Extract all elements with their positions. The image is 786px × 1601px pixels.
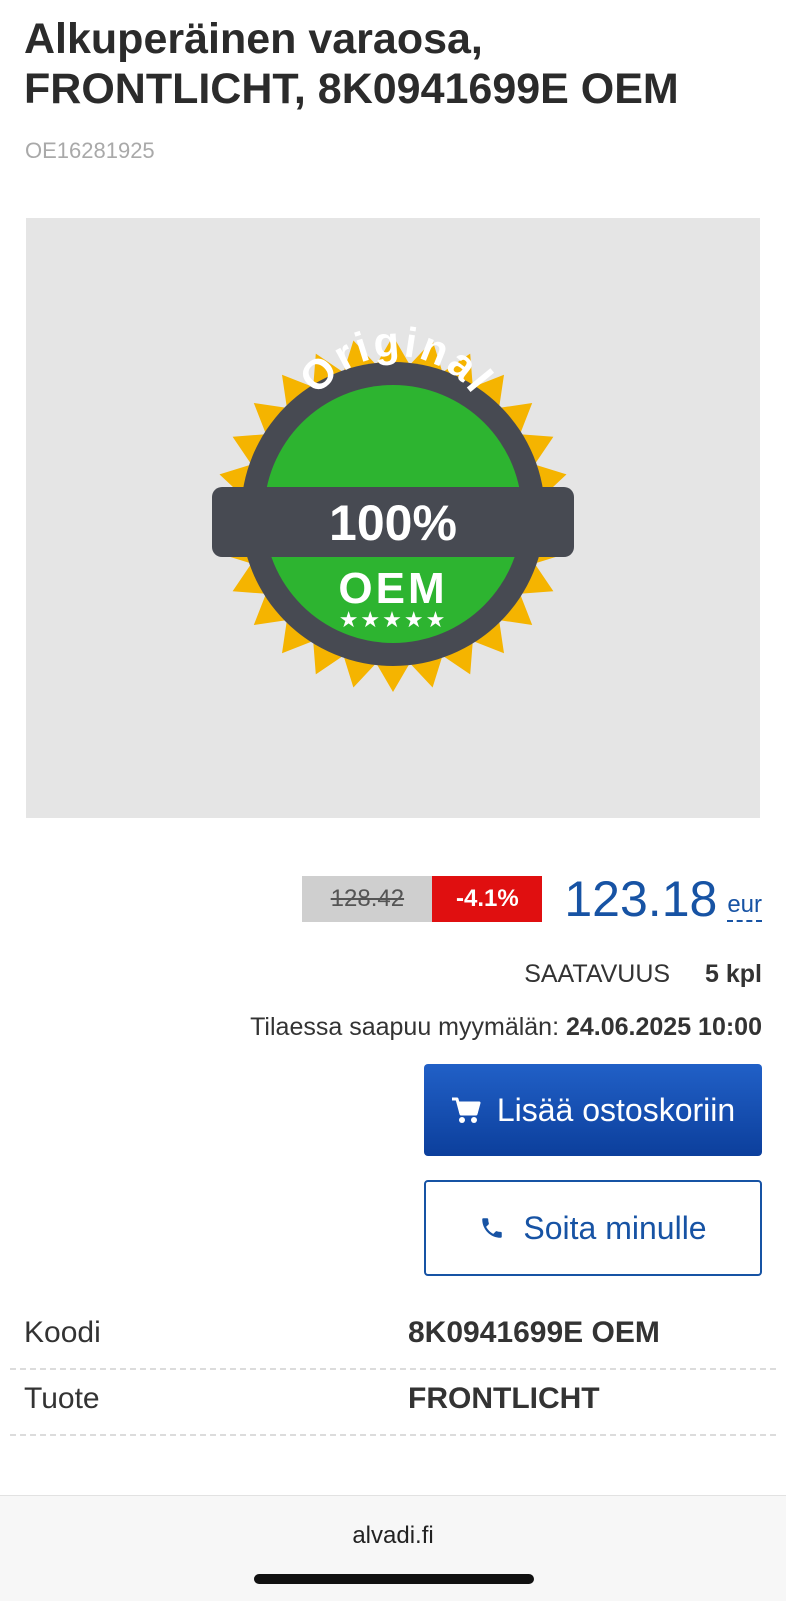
spec-value: 8K0941699E OEM [408,1316,660,1349]
call-me-button[interactable]: Soita minulle [424,1180,762,1276]
availability-label: SAATAVUUS [524,960,671,988]
badge-percent: 100% [329,495,457,551]
discount-badge: -4.1% [432,876,543,922]
url-text[interactable]: alvadi.fi [0,1522,786,1550]
price-row: 128.42 -4.1% 123.18 eur [302,874,762,924]
browser-address-bar: alvadi.fi [0,1495,786,1601]
spec-value: FRONTLICHT [408,1382,600,1415]
arrival-value: 24.06.2025 10:00 [565,1013,762,1041]
badge-stars: ★★★★★ [339,608,448,633]
cart-icon [451,1097,481,1123]
spec-row-product: Tuote FRONTLICHT [10,1368,776,1436]
product-image[interactable]: Original 100% OEM ★★★★★ [26,218,760,818]
oem-badge-graphic: Original 100% OEM ★★★★★ [212,317,574,692]
currency-selector[interactable]: eur [727,892,762,922]
phone-icon [482,1218,503,1238]
arrival-label: Tilaessa saapuu myymälän: [250,1013,560,1041]
availability-value: 5 kpl [705,960,762,988]
home-indicator[interactable] [254,1574,534,1584]
call-me-label: Soita minulle [523,1209,707,1246]
product-sku: OE16281925 [25,138,155,163]
product-title: Alkuperäinen varaosa, FRONTLICHT, 8K0941… [24,14,764,114]
spec-label: Tuote [24,1382,100,1415]
old-price: 128.42 [302,876,433,922]
add-to-cart-label: Lisää ostoskoriin [496,1091,736,1128]
arrival-info: Tilaessa saapuu myymälän: 24.06.2025 10:… [250,1013,762,1042]
product-title-line2: FRONTLICHT, 8K0941699E OEM [24,65,679,113]
product-title-line1: Alkuperäinen varaosa, [24,15,483,63]
availability-info: SAATAVUUS 5 kpl [524,960,762,989]
spec-label: Koodi [24,1316,101,1349]
current-price: 123.18 [564,871,718,927]
spec-row-code: Koodi 8K0941699E OEM [10,1302,776,1370]
badge-oem-label: OEM [338,564,447,613]
add-to-cart-button[interactable]: Lisää ostoskoriin [424,1064,762,1156]
